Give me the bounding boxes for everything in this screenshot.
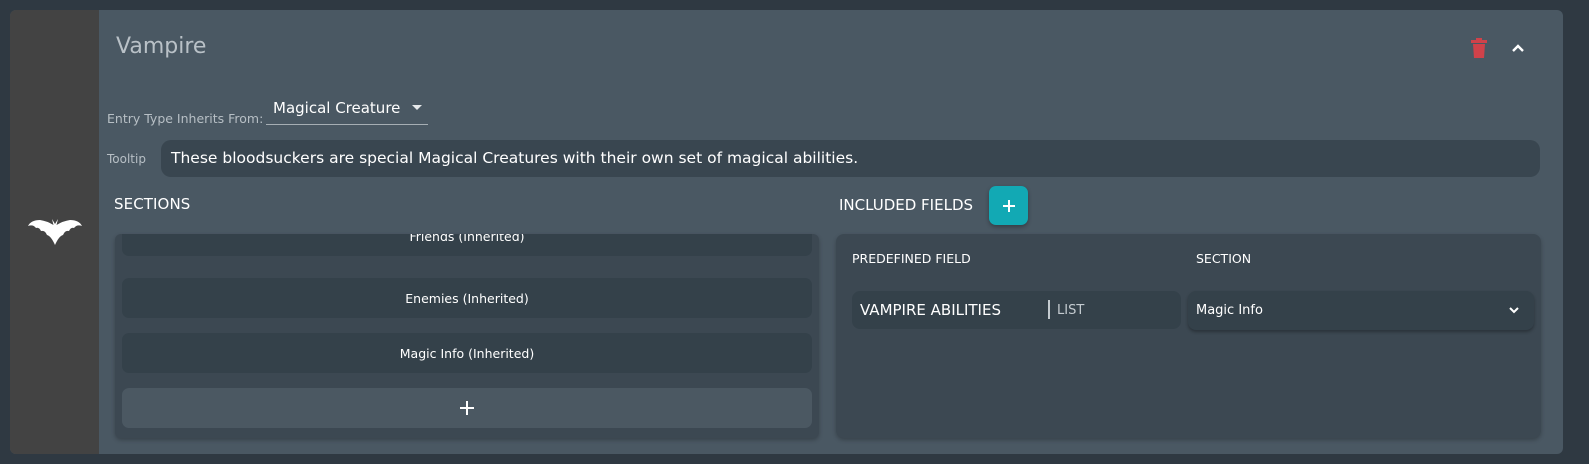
- included-fields-table: PREDEFINED FIELD SECTION VAMPIRE ABILITI…: [836, 234, 1541, 438]
- collapse-button[interactable]: [1510, 40, 1526, 56]
- included-fields-heading: INCLUDED FIELDS: [839, 196, 974, 214]
- add-section-button[interactable]: [122, 388, 812, 428]
- entry-type-card: Vampire Entry Type Inherits From: Magica…: [10, 10, 1563, 454]
- sections-list: Friends (Inherited) Enemies (Inherited) …: [115, 234, 819, 438]
- entry-icon-rail: [10, 10, 99, 454]
- bat-icon: [27, 219, 82, 245]
- tooltip-label: Tooltip: [107, 152, 146, 166]
- plus-icon: [460, 401, 474, 415]
- field-name: VAMPIRE ABILITIES: [860, 301, 1001, 319]
- field-type: LIST: [1057, 303, 1085, 318]
- chevron-up-icon: [1512, 44, 1524, 52]
- caret-down-icon: [412, 105, 422, 110]
- section-item[interactable]: Friends (Inherited): [122, 234, 812, 256]
- trash-icon: [1471, 38, 1487, 58]
- inherits-value: Magical Creature: [273, 99, 401, 117]
- plus-icon: [1002, 199, 1015, 212]
- inherits-label: Entry Type Inherits From:: [107, 111, 264, 126]
- inherits-dropdown[interactable]: Magical Creature: [266, 97, 428, 125]
- chevron-down-icon: [1509, 307, 1519, 314]
- add-field-button[interactable]: [989, 186, 1028, 225]
- field-chip[interactable]: VAMPIRE ABILITIES LIST: [852, 291, 1181, 329]
- section-dropdown-value: Magic Info: [1196, 303, 1263, 318]
- column-header-field: PREDEFINED FIELD: [852, 251, 971, 266]
- entry-title: Vampire: [116, 34, 207, 59]
- section-item[interactable]: Enemies (Inherited): [122, 278, 812, 318]
- tooltip-input[interactable]: These bloodsuckers are special Magical C…: [161, 140, 1540, 177]
- divider: [1048, 300, 1050, 319]
- column-header-section: SECTION: [1196, 251, 1252, 266]
- section-item[interactable]: Magic Info (Inherited): [122, 333, 812, 373]
- section-dropdown[interactable]: Magic Info: [1188, 291, 1534, 330]
- sections-heading: SECTIONS: [114, 195, 191, 213]
- delete-button[interactable]: [1470, 38, 1488, 58]
